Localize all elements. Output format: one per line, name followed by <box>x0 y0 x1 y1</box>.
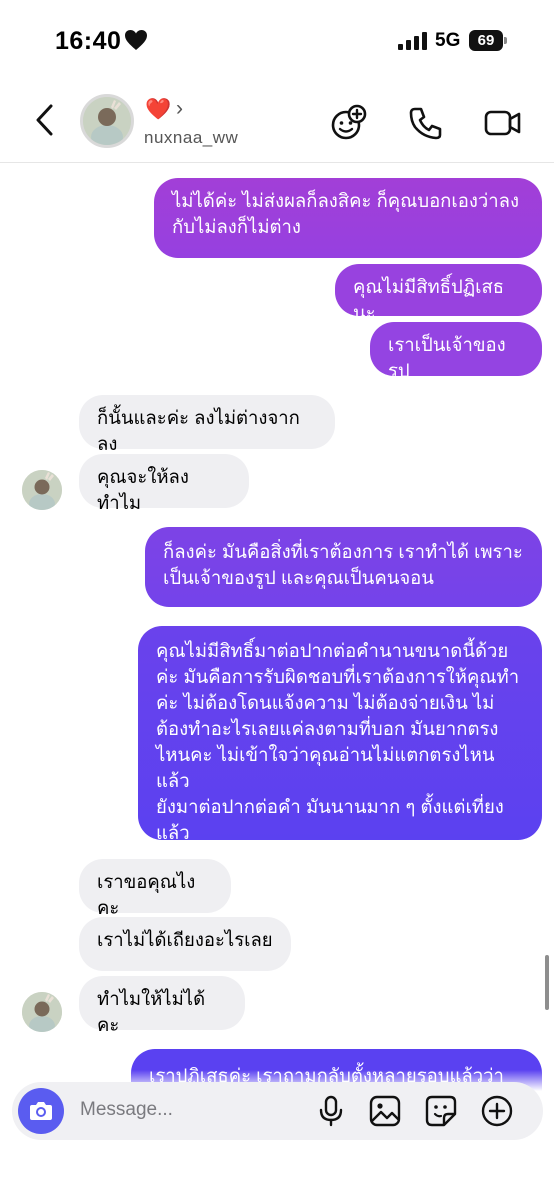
heart-icon <box>125 30 147 50</box>
network-label: 5G <box>435 30 461 51</box>
message-line: ค่ะ มันคือการรับผิดชอบที่เราต้องการให้คุ… <box>156 666 520 687</box>
message-line: ก็นั้นและค่ะ ลงไม่ต่างจากลง <box>97 407 300 454</box>
scrollbar[interactable] <box>545 955 549 1010</box>
battery-icon: 69 <box>469 30 507 51</box>
video-camera-icon[interactable] <box>484 104 522 142</box>
message-bubble-outgoing[interactable]: ก็ลงค่ะ มันคือสิ่งที่เราต้องการ เราทำได้… <box>145 527 542 607</box>
message-line: ค่ะ ไม่ต้องโดนแจ้งความ ไม่ต้องจ่ายเงิน ไ… <box>156 692 495 713</box>
message-line: ก็ลงค่ะ มันคือสิ่งที่เราต้องการ เราทำได้… <box>163 541 523 562</box>
status-bar: 16:40 5G 69 <box>0 0 554 80</box>
add-sticker-face-icon[interactable] <box>330 104 368 142</box>
message-bubble-incoming[interactable]: เราขอคุณไงคะ <box>79 859 231 918</box>
signal-icon <box>398 32 427 50</box>
message-bubble-incoming[interactable]: เราไม่ได้เถียงอะไรเลย <box>79 917 291 971</box>
sticker-icon[interactable] <box>424 1094 458 1128</box>
message-line: เราเป็นเจ้าของรูป <box>388 334 506 381</box>
message-bubble-outgoing[interactable]: คุณไม่มีสิทธิ์ปฏิเสธนะ <box>335 264 542 323</box>
message-bubble-incoming[interactable]: คุณจะให้ลงทำไม <box>79 454 249 513</box>
avatar[interactable] <box>22 470 62 510</box>
message-bubble-incoming[interactable]: ก็นั้นและค่ะ ลงไม่ต่างจากลง <box>79 395 335 454</box>
gallery-icon[interactable] <box>368 1094 402 1128</box>
message-line: แล้ว <box>156 822 190 843</box>
message-bubble-outgoing[interactable]: ไม่ได้ค่ะ ไม่ส่งผลก็ลงสิคะ ก็คุณบอกเองว่… <box>154 178 542 258</box>
message-line: ยังมาต่อปากต่อคำ มันนานมาก ๆ ตั้งแต่เที่… <box>156 796 504 817</box>
message-line: เป็นเจ้าของรูป และคุณเป็นคนจอน <box>163 567 434 588</box>
message-input[interactable]: Message... <box>80 1099 173 1121</box>
camera-button[interactable] <box>18 1088 64 1134</box>
message-line: คุณไม่มีสิทธิ์ปฏิเสธนะ <box>353 276 505 323</box>
status-time: 16:40 <box>55 27 122 55</box>
camera-icon <box>30 1102 52 1120</box>
phone-icon[interactable] <box>407 104 445 142</box>
message-line: ไหนคะ ไม่เข้าใจว่าคุณอ่านไม่แตกตรงไหนแล้… <box>156 744 495 791</box>
message-line: คุณจะให้ลงทำไม <box>97 466 189 513</box>
message-composer[interactable]: Message... <box>12 1082 543 1140</box>
back-arrow-icon[interactable] <box>30 102 60 138</box>
avatar[interactable] <box>80 94 134 148</box>
message-line: ทำไมให้ไม่ได้คะ <box>97 988 206 1035</box>
message-line: เราขอคุณไงคะ <box>97 871 196 918</box>
message-line: เราไม่ได้เถียงอะไรเลย <box>97 929 273 950</box>
bottom-area <box>0 1140 554 1200</box>
microphone-icon[interactable] <box>314 1094 348 1128</box>
chat-header: ❤️ › nuxnaa_ww <box>0 80 554 163</box>
chevron-right-icon[interactable]: › <box>176 97 183 121</box>
message-line: ไม่ได้ค่ะ ไม่ส่งผลก็ลงสิคะ ก็คุณบอกเองว่… <box>172 190 519 211</box>
message-bubble-outgoing[interactable]: เราเป็นเจ้าของรูป <box>370 322 542 381</box>
message-bubble-outgoing[interactable]: คุณไม่มีสิทธิ์มาต่อปากต่อคำนานขนาดนี้ด้ว… <box>138 626 542 843</box>
message-line: คุณไม่มีสิทธิ์มาต่อปากต่อคำนานขนาดนี้ด้ว… <box>156 640 509 661</box>
message-line: ต้องทำอะไรเลยแค่ลงตามที่บอก มันยากตรง <box>156 718 499 739</box>
plus-icon[interactable] <box>480 1094 514 1128</box>
battery-level: 69 <box>469 30 503 51</box>
message-line: กับไม่ลงก็ไม่ต่าง <box>172 216 301 237</box>
contact-username[interactable]: nuxnaa_ww <box>144 128 238 148</box>
avatar[interactable] <box>22 992 62 1032</box>
message-bubble-incoming[interactable]: ทำไมให้ไม่ได้คะ <box>79 976 245 1035</box>
contact-name-emoji[interactable]: ❤️ <box>145 98 171 122</box>
